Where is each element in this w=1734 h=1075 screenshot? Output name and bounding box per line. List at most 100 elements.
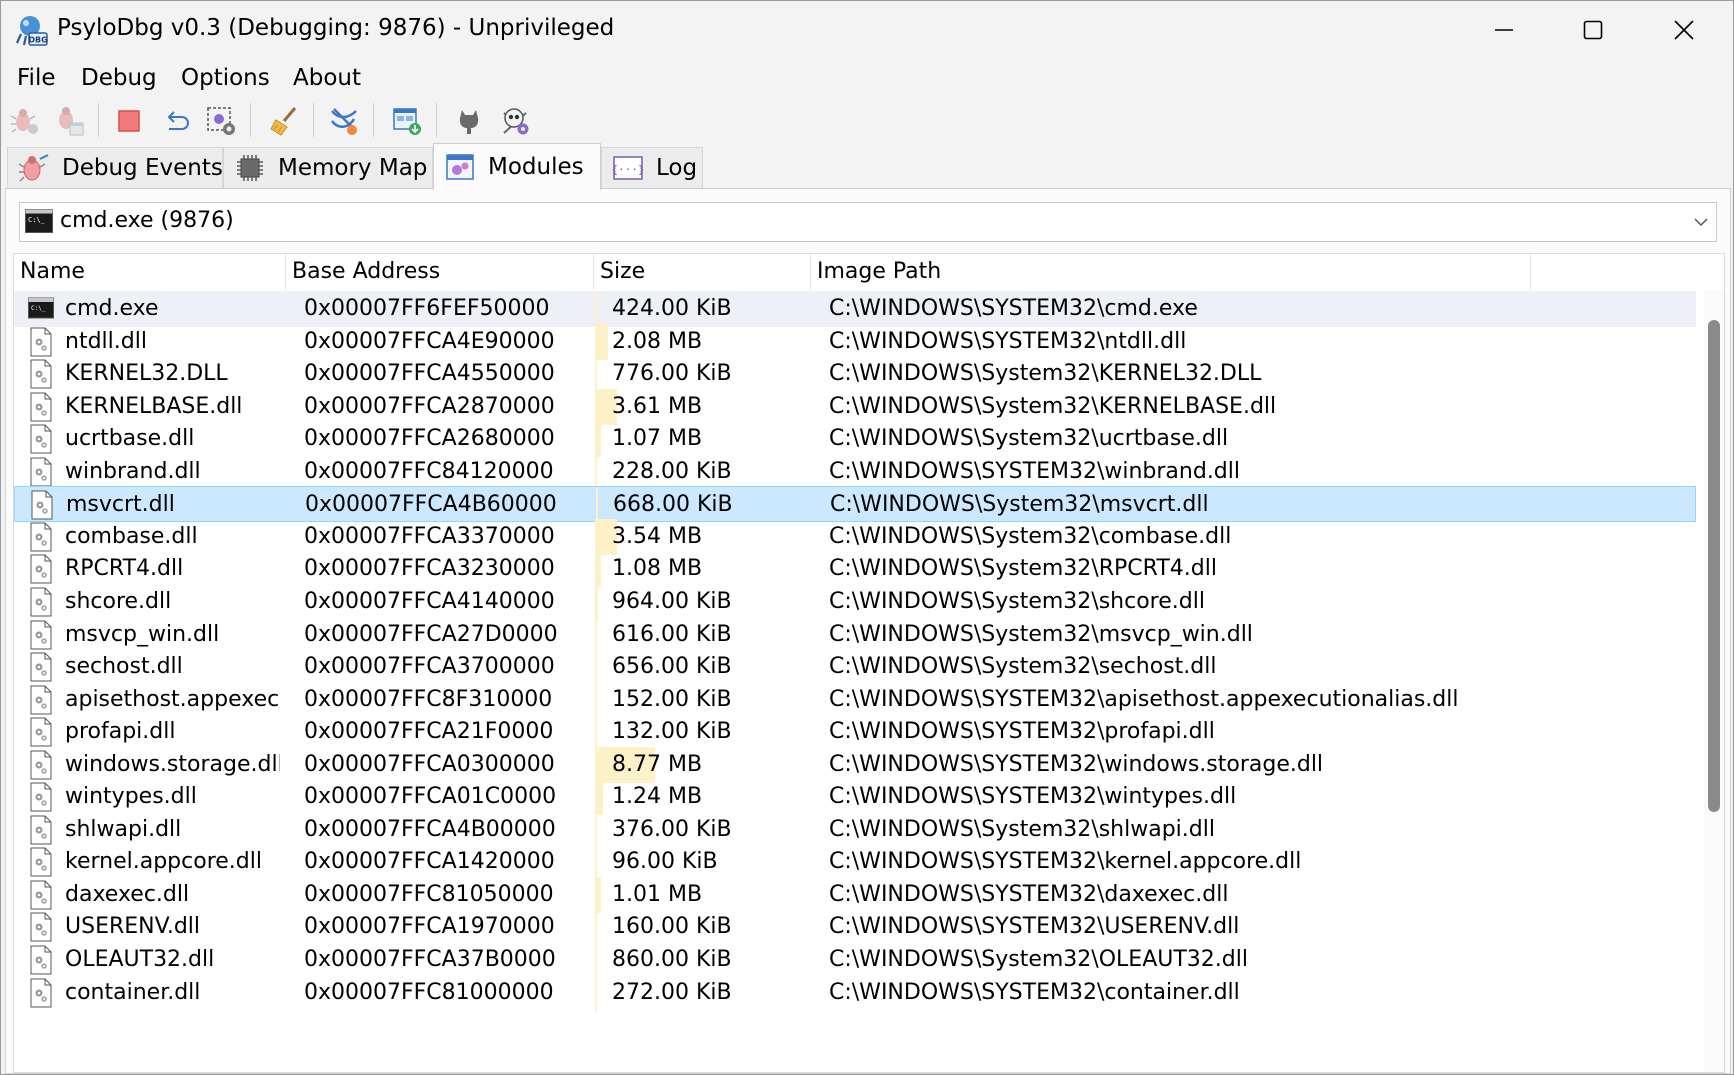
tab-modules[interactable]: Modules — [433, 143, 601, 190]
module-image-path: C:\WINDOWS\SYSTEM32\container.dll — [829, 980, 1240, 1005]
table-row[interactable]: msvcrt.dll 0x00007FFCA4B60000 668.00 KiB C:… — [14, 486, 1696, 523]
console-icon: C:\_ — [25, 209, 53, 233]
svg-text:{···}: {···} — [612, 163, 644, 176]
toolbar-separator — [436, 103, 437, 137]
settings-select-button[interactable] — [203, 103, 239, 139]
table-row[interactable]: combase.dll 0x00007FFCA3370000 3.54 MB C:\W… — [14, 519, 1696, 555]
table-row[interactable]: wintypes.dll 0x00007FFCA01C0000 1.24 MB C:\… — [14, 779, 1696, 815]
tab-debug-events[interactable]: Debug Events — [7, 147, 223, 188]
table-row[interactable]: OLEAUT32.dll 0x00007FFCA37B0000 860.00 KiB… — [14, 942, 1696, 978]
table-row[interactable]: RPCRT4.dll 0x00007FFCA3230000 1.08 MB C:\WI… — [14, 551, 1696, 587]
module-size: 96.00 KiB — [612, 849, 718, 874]
column-header-size[interactable]: Size — [594, 254, 811, 290]
table-row[interactable]: KERNELBASE.dll 0x00007FFCA2870000 3.61 MB C… — [14, 389, 1696, 425]
module-size: 1.01 MB — [612, 882, 703, 907]
module-size: 376.00 KiB — [612, 817, 732, 842]
module-base-address: 0x00007FFCA0300000 — [304, 752, 555, 777]
module-base-address: 0x00007FFCA2870000 — [304, 394, 555, 419]
module-size: 3.54 MB — [612, 524, 703, 549]
table-row[interactable]: kernel.appcore.dll 0x00007FFCA1420000 96.0… — [14, 844, 1696, 880]
module-name: shcore.dll — [65, 589, 172, 614]
close-button[interactable] — [1641, 1, 1727, 59]
table-row[interactable]: daxexec.dll 0x00007FFC81050000 1.01 MB C:\W… — [14, 877, 1696, 913]
clear-button[interactable] — [266, 103, 302, 139]
minimize-button[interactable] — [1461, 1, 1547, 59]
window-title: PsyloDbg v0.3 (Debugging: 9876) - Unpriv… — [57, 15, 615, 41]
module-size: 424.00 KiB — [612, 296, 732, 321]
module-size-cell: 376.00 KiB — [595, 812, 811, 848]
scrollbar-thumb[interactable] — [1708, 320, 1720, 812]
module-size-cell: 96.00 KiB — [595, 844, 811, 880]
github-button[interactable] — [451, 103, 487, 139]
tab-memory-map[interactable]: Memory Map — [223, 147, 433, 188]
table-row[interactable]: profapi.dll 0x00007FFCA21F0000 132.00 KiB C… — [14, 714, 1696, 750]
table-row[interactable]: apisethost.appexecu... 0x00007FFC8F310000… — [14, 682, 1696, 718]
table-row[interactable]: KERNEL32.DLL 0x00007FFCA4550000 776.00 KiB… — [14, 356, 1696, 392]
close-icon — [1674, 20, 1694, 40]
network-filter-button[interactable] — [326, 103, 362, 139]
column-header-name[interactable]: Name — [14, 254, 286, 290]
attach-button[interactable] — [7, 103, 43, 139]
table-row[interactable]: C:\_ cmd.exe 0x00007FF6FEF50000 424.00 KiB C… — [14, 291, 1696, 327]
module-name: profapi.dll — [65, 719, 176, 744]
log-console-icon: {···} — [612, 153, 644, 183]
table-row[interactable]: sechost.dll 0x00007FFCA3700000 656.00 KiB C… — [14, 649, 1696, 685]
stop-icon — [118, 110, 140, 132]
module-base-address: 0x00007FFCA3370000 — [304, 524, 555, 549]
detach-button[interactable] — [159, 103, 195, 139]
module-image-path: C:\WINDOWS\SYSTEM32\kernel.appcore.dll — [829, 849, 1302, 874]
table-row[interactable]: shlwapi.dll 0x00007FFCA4B00000 376.00 KiB C… — [14, 812, 1696, 848]
size-bar — [595, 714, 597, 750]
module-size-cell: 2.08 MB — [595, 324, 811, 360]
table-row[interactable]: msvcp_win.dll 0x00007FFCA27D0000 616.00 Ki… — [14, 617, 1696, 653]
skull-settings-button[interactable] — [497, 103, 533, 139]
tab-label: Debug Events — [62, 155, 223, 181]
table-row[interactable]: ntdll.dll 0x00007FFCA4E90000 2.08 MB C:\WIN… — [14, 324, 1696, 360]
table-row[interactable]: ucrtbase.dll 0x00007FFCA2680000 1.07 MB C:\… — [14, 421, 1696, 457]
table-row[interactable]: shcore.dll 0x00007FFCA4140000 964.00 KiB C:… — [14, 584, 1696, 620]
table-row[interactable]: winbrand.dll 0x00007FFC84120000 228.00 KiB… — [14, 454, 1696, 490]
module-size-cell: 1.07 MB — [595, 421, 811, 457]
module-size-cell: 1.01 MB — [595, 877, 811, 913]
vertical-scrollbar[interactable] — [1704, 290, 1724, 1072]
size-bar — [595, 909, 597, 945]
maximize-button[interactable] — [1550, 1, 1636, 59]
dll-file-icon — [30, 750, 52, 780]
tab-label: Log — [656, 155, 698, 181]
size-bar — [595, 877, 601, 913]
menu-about[interactable]: About — [293, 65, 361, 91]
module-base-address: 0x00007FFCA1970000 — [304, 914, 555, 939]
column-header-image-path[interactable]: Image Path — [811, 254, 1531, 290]
process-selector[interactable]: C:\_ cmd.exe (9876) — [19, 202, 1717, 242]
dll-file-icon — [31, 490, 53, 520]
toolbar-separator — [313, 103, 314, 137]
module-image-path: C:\WINDOWS\SYSTEM32\profapi.dll — [829, 719, 1215, 744]
module-image-path: C:\WINDOWS\System32\sechost.dll — [829, 654, 1217, 679]
table-row[interactable]: windows.storage.dll 0x00007FFCA0300000 8.7… — [14, 747, 1696, 783]
column-header-base-address[interactable]: Base Address — [286, 254, 594, 290]
dll-file-icon — [30, 554, 52, 584]
open-process-button[interactable] — [51, 103, 87, 139]
module-size-cell: 860.00 KiB — [595, 942, 811, 978]
table-row[interactable]: container.dll 0x00007FFC81000000 272.00 Ki… — [14, 975, 1696, 1011]
open-process-bug-icon — [59, 107, 84, 136]
size-bar — [595, 812, 597, 848]
table-row[interactable]: USERENV.dll 0x00007FFCA1970000 160.00 KiB C… — [14, 909, 1696, 945]
dll-file-icon — [30, 717, 52, 747]
window-download-button[interactable] — [389, 103, 425, 139]
module-base-address: 0x00007FFCA1420000 — [304, 849, 555, 874]
module-image-path: C:\WINDOWS\SYSTEM32\USERENV.dll — [829, 914, 1240, 939]
menu-debug[interactable]: Debug — [81, 65, 157, 91]
github-icon — [459, 110, 479, 134]
stop-button[interactable] — [111, 103, 147, 139]
dll-file-icon — [30, 359, 52, 389]
title-bar[interactable]: DBG PsyloDbg v0.3 (Debugging: 9876) - Un… — [1, 1, 1733, 59]
tab-log[interactable]: {···} Log — [601, 147, 703, 188]
menu-file[interactable]: File — [17, 65, 56, 91]
module-size: 132.00 KiB — [612, 719, 732, 744]
module-image-path: C:\WINDOWS\SYSTEM32\winbrand.dll — [829, 459, 1240, 484]
module-image-path: C:\WINDOWS\System32\combase.dll — [829, 524, 1232, 549]
menu-options[interactable]: Options — [181, 65, 270, 91]
module-size: 656.00 KiB — [612, 654, 732, 679]
module-base-address: 0x00007FF6FEF50000 — [304, 296, 550, 321]
